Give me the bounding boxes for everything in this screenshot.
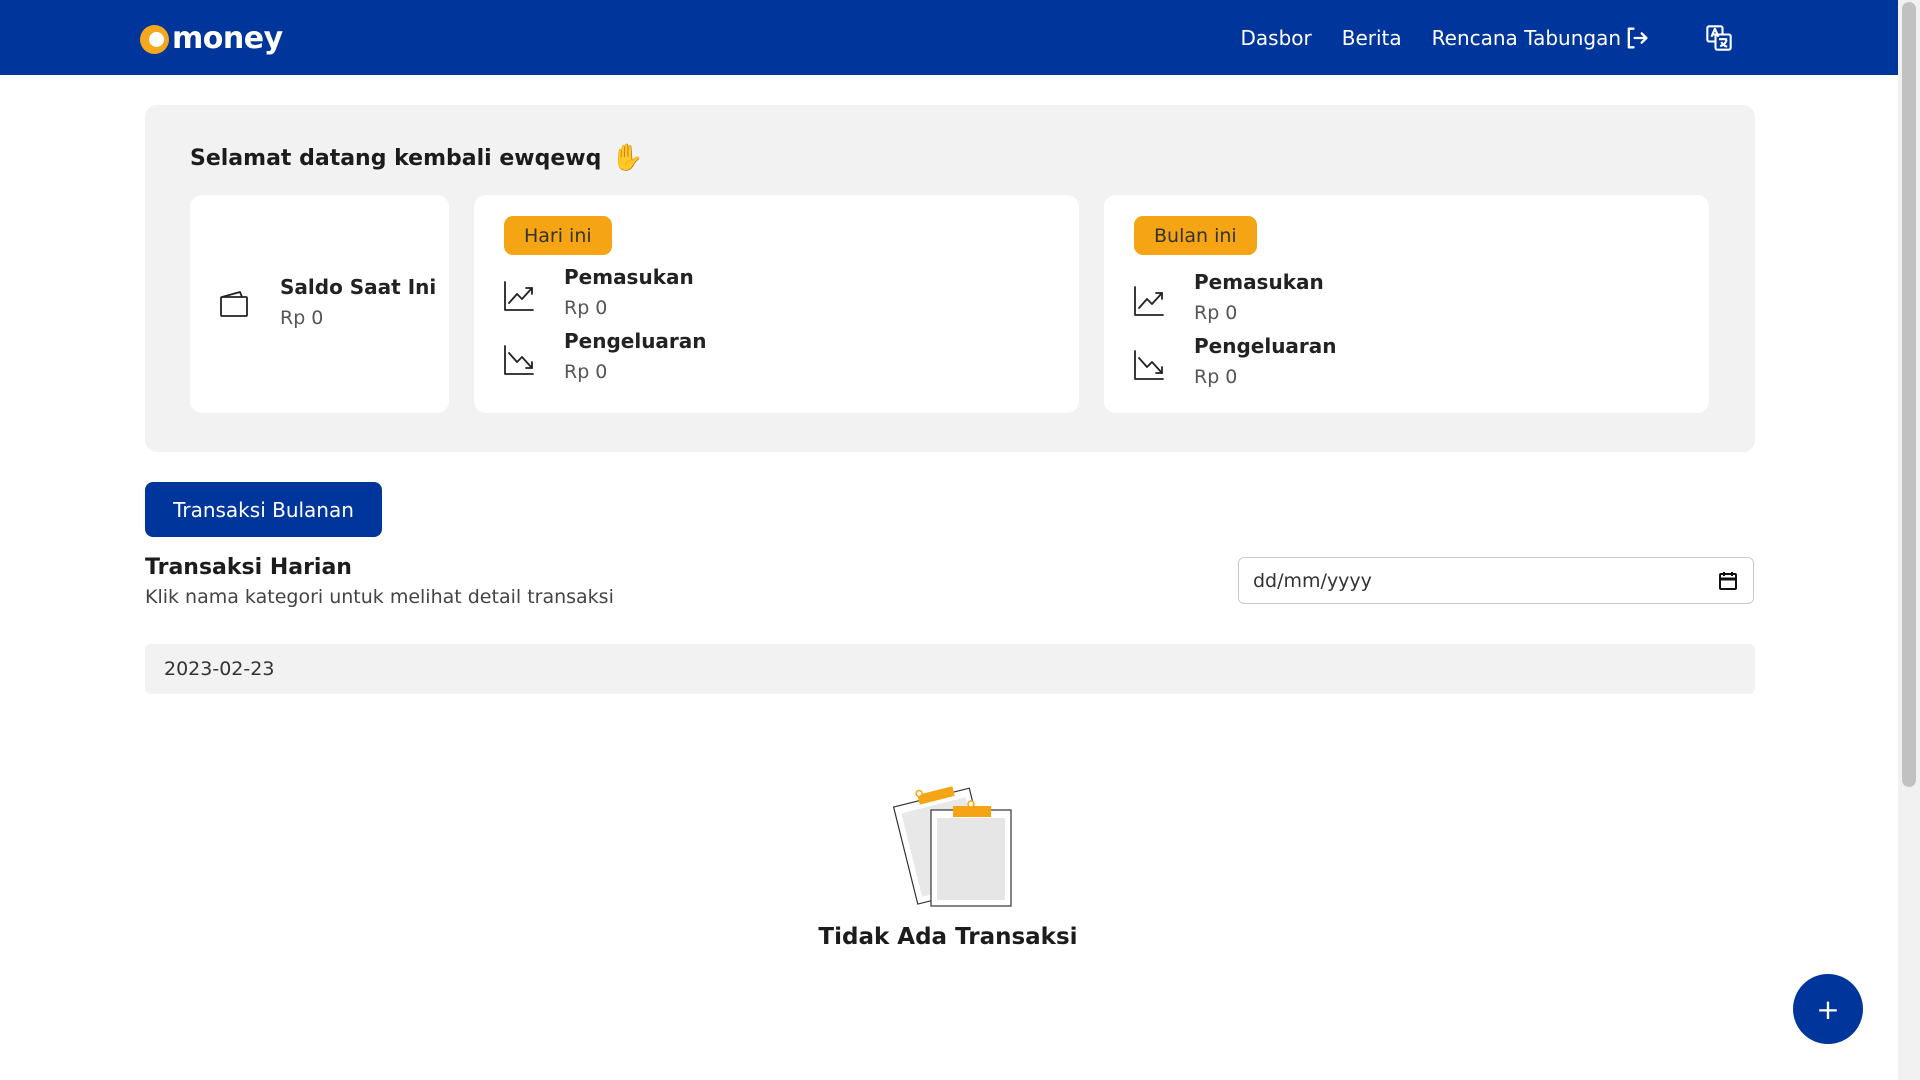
nav-link-berita[interactable]: Berita	[1342, 26, 1402, 50]
nav-link-rencana-tabungan[interactable]: Rencana Tabungan	[1432, 26, 1621, 50]
today-expense-value: Rp 0	[564, 361, 608, 383]
today-card: Hari ini Pemasukan Rp 0 Pengeluaran Rp 0	[474, 195, 1079, 413]
logo-icon	[140, 22, 172, 54]
month-expense-row: Pengeluaran Rp 0	[1132, 332, 1337, 392]
scroll-thumb[interactable]	[1902, 2, 1916, 787]
month-expense-label: Pengeluaran	[1194, 334, 1337, 358]
today-expense-row: Pengeluaran Rp 0	[502, 327, 707, 387]
month-expense-value: Rp 0	[1194, 366, 1238, 388]
today-income-value: Rp 0	[564, 297, 608, 319]
nav-links: Dasbor Berita Rencana Tabungan	[1241, 0, 1622, 75]
balance-value: Rp 0	[280, 307, 324, 329]
empty-clipboard-icon	[892, 786, 1012, 907]
trend-up-icon	[504, 281, 534, 311]
month-income-label: Pemasukan	[1194, 270, 1324, 294]
empty-state-text: Tidak Ada Transaksi	[818, 924, 1078, 950]
trend-down-icon	[1134, 350, 1164, 380]
daily-transactions-subtitle: Klik nama kategori untuk melihat detail …	[145, 586, 614, 608]
logout-icon[interactable]	[1622, 23, 1652, 53]
monthly-transactions-button[interactable]: Transaksi Bulanan	[145, 482, 382, 537]
today-income-label: Pemasukan	[564, 265, 694, 289]
add-transaction-button[interactable]: +	[1793, 974, 1863, 1044]
calendar-icon[interactable]	[1717, 570, 1739, 592]
welcome-panel: Selamat datang kembali ewqewq ✋ Saldo Sa…	[145, 105, 1755, 452]
month-badge: Bulan ini	[1134, 216, 1257, 255]
today-badge: Hari ini	[504, 216, 612, 255]
month-income-row: Pemasukan Rp 0	[1132, 268, 1324, 328]
month-card: Bulan ini Pemasukan Rp 0 Pengeluaran Rp …	[1104, 195, 1709, 413]
month-income-value: Rp 0	[1194, 302, 1238, 324]
trend-down-icon	[504, 345, 534, 375]
today-income-row: Pemasukan Rp 0	[502, 263, 694, 323]
balance-card: Saldo Saat Ini Rp 0	[190, 195, 449, 413]
daily-transactions-title: Transaksi Harian	[145, 555, 352, 580]
balance-label: Saldo Saat Ini	[280, 275, 437, 299]
date-group-row[interactable]: 2023-02-23	[145, 644, 1755, 694]
translate-icon[interactable]	[1704, 23, 1734, 53]
welcome-title: Selamat datang kembali ewqewq ✋	[190, 143, 644, 173]
logo-text: money	[172, 20, 283, 56]
nav-link-dasbor[interactable]: Dasbor	[1241, 26, 1312, 50]
wallet-icon	[220, 291, 248, 317]
logo[interactable]: money	[140, 18, 283, 58]
welcome-text: Selamat datang kembali ewqewq	[190, 145, 602, 171]
today-expense-label: Pengeluaran	[564, 329, 707, 353]
navbar: money Dasbor Berita Rencana Tabungan	[0, 0, 1898, 75]
scrollbar[interactable]	[1898, 0, 1920, 1080]
date-input-placeholder: dd/mm/yyyy	[1253, 569, 1372, 592]
trend-up-icon	[1134, 286, 1164, 316]
wave-hand-icon: ✋	[611, 143, 644, 173]
date-input[interactable]: dd/mm/yyyy	[1238, 557, 1754, 604]
